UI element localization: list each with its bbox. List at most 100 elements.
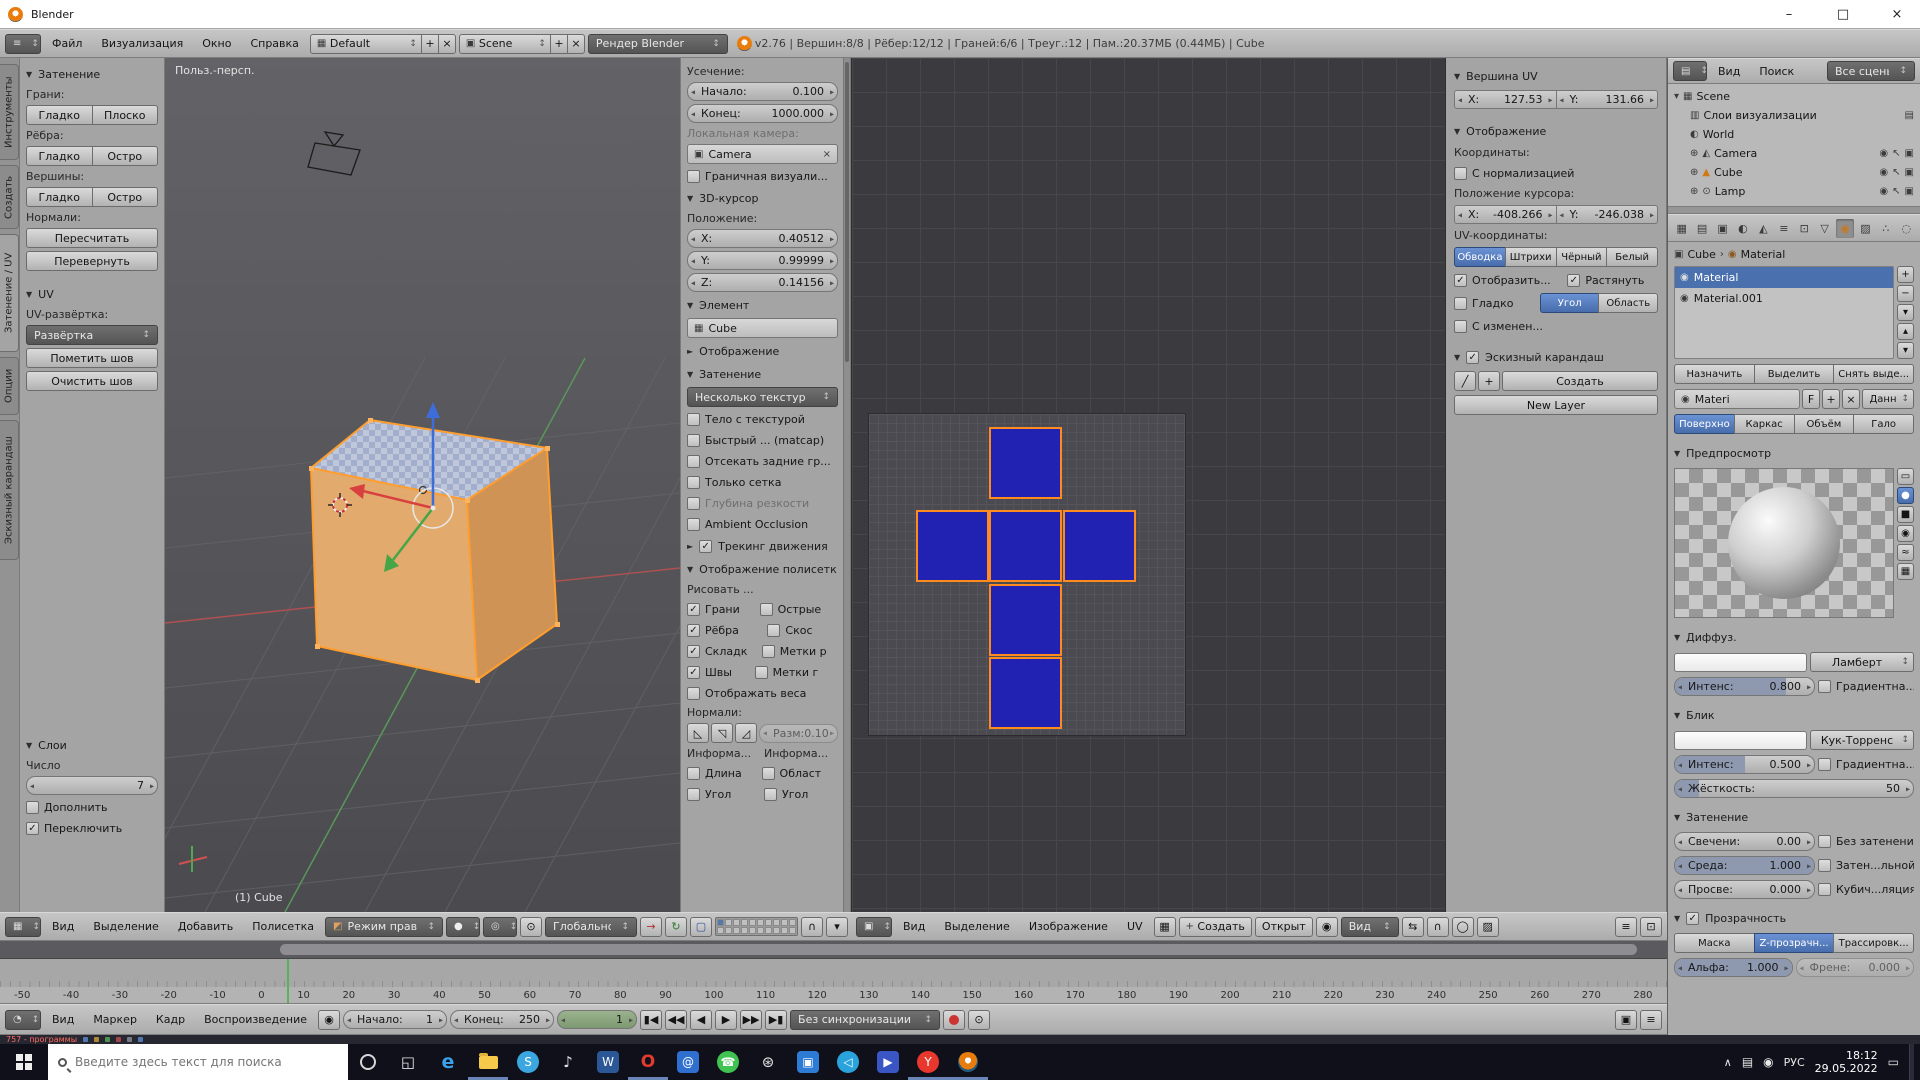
clear-seam-button[interactable]: Очистить шов <box>26 371 158 391</box>
volume-type-button[interactable]: Объём <box>1794 414 1855 434</box>
renderability-icon[interactable]: ▣ <box>1905 167 1914 178</box>
tl-menu-view[interactable]: Вид <box>44 1005 82 1034</box>
wire-only-checkbox[interactable]: Только сетка <box>687 473 838 491</box>
uv-outline-button[interactable]: Обводка <box>1454 247 1506 267</box>
new-material-button[interactable]: + <box>1822 389 1840 409</box>
textured-solid-checkbox[interactable]: Тело с текстурой <box>687 410 838 428</box>
word-icon[interactable]: W <box>588 1044 628 1080</box>
uv-proportional-icon[interactable]: ◯ <box>1452 917 1474 937</box>
tangent-shading-checkbox[interactable]: Затен...льной <box>1818 857 1914 875</box>
panel-item[interactable]: Элемент <box>687 295 838 315</box>
frame-end-slider[interactable]: Конец:250 <box>450 1010 554 1029</box>
emit-slider[interactable]: Свечени:0.00 <box>1674 832 1815 851</box>
grease-pencil-add-icon[interactable]: + <box>1478 371 1500 391</box>
edge-length-checkbox[interactable]: Длина <box>687 764 759 782</box>
uv-show-checkbox[interactable]: Отобразить... <box>1454 271 1564 289</box>
edges-smooth-button[interactable]: Гладко <box>26 146 93 166</box>
visibility-icon[interactable]: ◉ <box>1879 186 1888 197</box>
keying-set-icon[interactable]: ⊙ <box>968 1010 990 1030</box>
specular-color-swatch[interactable] <box>1674 731 1807 750</box>
material-name-field[interactable]: ◉Materi <box>1674 389 1800 409</box>
scene-select[interactable]: ▣ Scene <box>459 34 551 54</box>
clip-end-slider[interactable]: Конец:1000.000 <box>687 104 838 123</box>
tab-world-icon[interactable]: ◐ <box>1734 219 1751 238</box>
tl-menu-marker[interactable]: Маркер <box>85 1005 145 1034</box>
draw-marks-checkbox[interactable]: Метки г <box>755 663 838 681</box>
renderability-icon[interactable]: ▣ <box>1905 148 1914 159</box>
opera-icon[interactable]: O <box>628 1044 668 1080</box>
expand-icon[interactable]: ⊕ <box>1690 186 1698 197</box>
panel-specular[interactable]: Блик <box>1674 705 1914 725</box>
settings-gear-icon[interactable]: ⊛ <box>748 1044 788 1080</box>
uv-modified-checkbox[interactable]: С изменен... <box>1454 317 1658 335</box>
tab-modifiers-icon[interactable]: ⊡ <box>1796 219 1813 238</box>
draw-seams-marks-checkbox[interactable]: Метки р <box>762 642 838 660</box>
faces-flat-button[interactable]: Плоско <box>92 105 159 125</box>
panel-display[interactable]: Отображение <box>687 341 838 361</box>
panel-shading[interactable]: Затенение <box>26 64 158 84</box>
task-view-icon[interactable]: ◱ <box>388 1044 428 1080</box>
tab-particles-icon[interactable]: ∴ <box>1877 219 1894 238</box>
tab-grease-pencil[interactable]: Эскизный карандаш <box>0 420 19 560</box>
tab-object-icon[interactable]: ◭ <box>1755 219 1772 238</box>
draw-edges-checkbox[interactable]: Рёбра <box>687 621 764 639</box>
telegram-icon[interactable]: ◁ <box>828 1044 868 1080</box>
renderability-icon[interactable]: ▣ <box>1905 186 1914 197</box>
uv-vertex-y-slider[interactable]: Y:131.66 <box>1556 90 1659 109</box>
delete-scene-button[interactable]: × <box>567 34 585 54</box>
edge-angle-checkbox[interactable]: Угол <box>687 785 761 803</box>
use-preview-range-icon[interactable]: ◉ <box>318 1010 340 1030</box>
timeline-ruler[interactable]: -50-40-30-20-100102030405060708090100110… <box>0 959 1667 1004</box>
tab-render-layers-icon[interactable]: ▤ <box>1693 219 1710 238</box>
cortana-icon[interactable] <box>348 1044 388 1080</box>
diffuse-intensity-slider[interactable]: Интенс:0.800 <box>1674 677 1815 696</box>
uv-white-button[interactable]: Белый <box>1606 247 1658 267</box>
expand-icon[interactable]: ⊕ <box>1690 167 1698 178</box>
camera-field[interactable]: ▣Camera× <box>687 144 838 164</box>
current-frame-marker[interactable] <box>287 959 289 1003</box>
image-pin-icon[interactable]: ◉ <box>1316 917 1338 937</box>
tl-options-icon[interactable]: ≡ <box>1640 1010 1662 1030</box>
specular-ramp-checkbox[interactable]: Градиентна... <box>1818 756 1914 774</box>
specular-intensity-slider[interactable]: Интенс:0.500 <box>1674 755 1815 774</box>
editor-type-uv-icon[interactable]: ▣ <box>856 917 892 937</box>
vp-menu-mesh[interactable]: Полисетка <box>244 913 322 940</box>
jump-to-start-button[interactable]: ▮◀ <box>640 1010 662 1030</box>
move-slot-up-button[interactable]: ▴ <box>1897 323 1914 340</box>
region-divider[interactable] <box>1668 206 1920 214</box>
material-slot-1[interactable]: ◉Material.001 <box>1675 288 1893 309</box>
ztransp-button[interactable]: Z-прозрачн... <box>1754 933 1835 953</box>
toggle-checkbox[interactable]: Переключить <box>26 819 158 837</box>
panel-uv-display[interactable]: Отображение <box>1454 121 1658 141</box>
panel-motion-tracking[interactable]: Трекинг движения <box>687 536 838 556</box>
verts-sharp-button[interactable]: Остро <box>92 187 159 207</box>
minimize-button[interactable]: – <box>1766 0 1812 28</box>
menu-file[interactable]: Файл <box>44 30 90 57</box>
tab-material-icon[interactable]: ◉ <box>1836 219 1853 238</box>
shadeless-checkbox[interactable]: Без затенения <box>1818 833 1914 851</box>
layers-grid[interactable] <box>715 917 798 936</box>
maximize-button[interactable]: □ <box>1820 0 1866 28</box>
uv-cursor-y-slider[interactable]: Y:-246.038 <box>1556 205 1659 224</box>
tab-tools[interactable]: Инструменты <box>0 64 19 160</box>
remove-slot-button[interactable]: − <box>1897 285 1914 302</box>
face-angle-checkbox[interactable]: Угол <box>764 785 838 803</box>
shading-mode-select[interactable]: Несколько текстур <box>687 387 838 407</box>
wire-type-button[interactable]: Каркас <box>1734 414 1795 434</box>
expand-icon[interactable]: ▾ <box>1674 91 1679 102</box>
panel-uv-vertex[interactable]: Вершина UV <box>1454 66 1658 86</box>
uv-pivot-select[interactable]: Вид <box>1341 917 1399 937</box>
add-slot-button[interactable]: + <box>1897 266 1914 283</box>
taskbar-search-input[interactable] <box>75 1055 338 1069</box>
show-weights-checkbox[interactable]: Отображать веса <box>687 684 838 702</box>
panel-diffuse[interactable]: Диффуз. <box>1674 627 1914 647</box>
tray-network-icon[interactable]: ▤ <box>1742 1055 1753 1069</box>
n-panel-scrollbar[interactable] <box>843 58 850 912</box>
stretch-area-button[interactable]: Область <box>1598 293 1658 313</box>
tab-create[interactable]: Создать <box>0 165 19 229</box>
outliner-item-render-layers[interactable]: ▥Слои визуализации▤ <box>1670 106 1918 125</box>
pivot-align-toggle[interactable]: ⊙ <box>520 917 542 937</box>
uv-stretch-checkbox[interactable]: Растянуть <box>1567 271 1658 289</box>
vertex-normals-icon[interactable]: ◺ <box>687 723 709 743</box>
slot-specials-button[interactable]: ▾ <box>1897 304 1914 321</box>
